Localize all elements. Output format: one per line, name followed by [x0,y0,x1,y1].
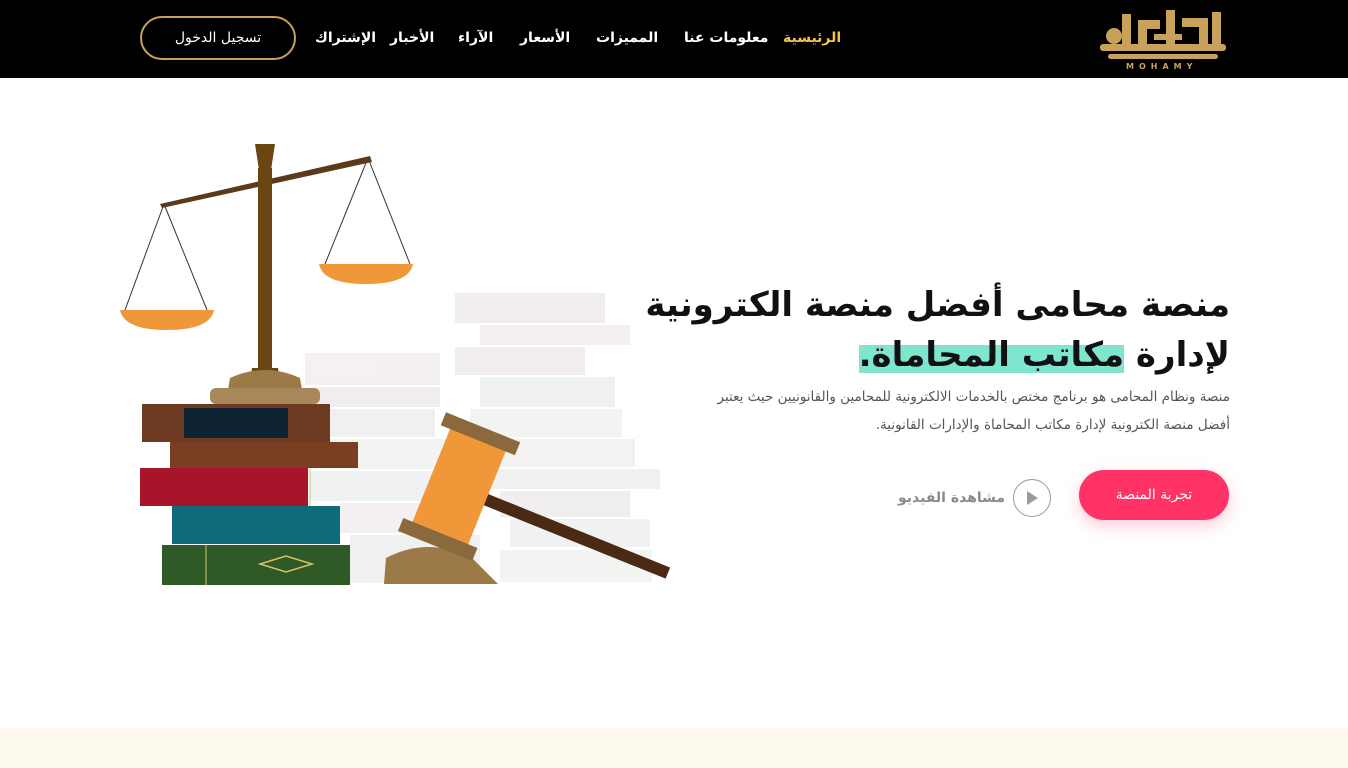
hero-title-line-2: لإدارة مكاتب المحاماة. [645,330,1230,380]
nav-about[interactable]: معلومات عنا [684,30,768,46]
hero-title-highlight: مكاتب المحاماة. [858,335,1125,375]
nav-news[interactable]: الأخبار [390,30,434,46]
hero-description: منصة ونظام المحامى هو برنامج مختص بالخدم… [717,389,1230,433]
hero-title-line-1: منصة محامى أفضل منصة الكترونية [645,285,1230,325]
nav-pricing[interactable]: الأسعار [520,30,570,46]
next-section-band [0,728,1348,768]
hero-title-prefix: لإدارة [1124,335,1230,375]
try-platform-button[interactable]: تجربة المنصة [1079,470,1229,520]
play-button[interactable] [1013,479,1052,517]
watch-video-label: مشاهدة الفيديو [898,490,1006,506]
play-icon [1027,491,1039,505]
nav-subscription[interactable]: الإشتراك [315,30,376,46]
top-navigation-bar: MOHAMY الرئيسية معلومات عنا المميزات الأ… [0,0,1348,78]
nav-home[interactable]: الرئيسية [779,30,845,47]
login-button[interactable]: تسجيل الدخول [140,16,296,60]
nav-testimonials[interactable]: الآراء [458,30,493,46]
logo-wordmark: MOHAMY [1126,62,1198,71]
hero-title: منصة محامى أفضل منصة الكترونية لإدارة مك… [645,280,1230,380]
scales-books-gavel-illustration [120,144,670,585]
nav-features[interactable]: المميزات [596,30,658,46]
watch-video-link[interactable]: مشاهدة الفيديو [898,478,1052,518]
